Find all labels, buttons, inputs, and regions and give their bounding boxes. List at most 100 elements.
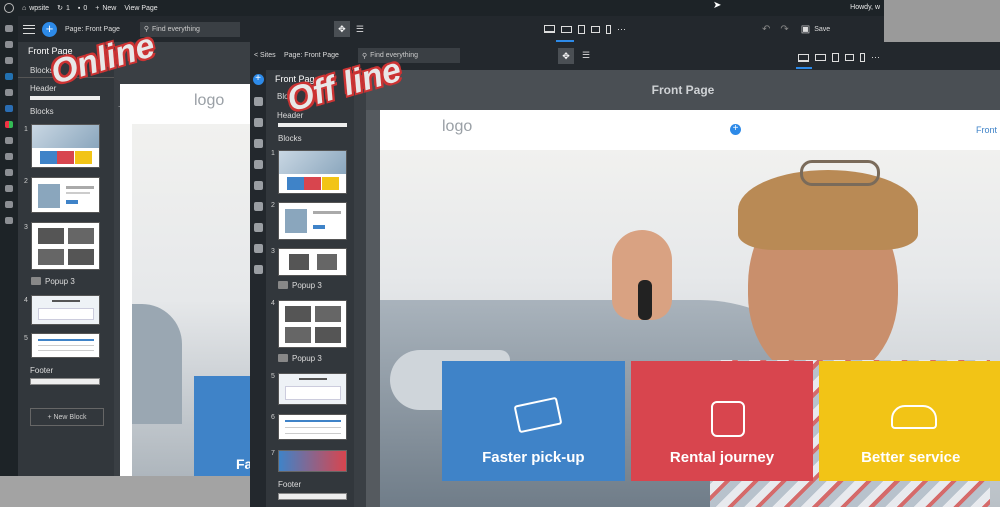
- phone-icon[interactable]: [605, 24, 611, 34]
- pin-icon[interactable]: [5, 41, 13, 48]
- select-tool-button[interactable]: ✥: [558, 48, 574, 64]
- thumb-table: [285, 386, 341, 400]
- tablet-icon[interactable]: [577, 24, 585, 34]
- page-selector[interactable]: Page: Front Page: [65, 26, 120, 33]
- footer-thumbnail[interactable]: [30, 378, 100, 385]
- media-icon[interactable]: [5, 57, 13, 64]
- plugin-n-icon[interactable]: [5, 105, 13, 112]
- popup-label[interactable]: Popup 3: [45, 277, 75, 286]
- thumb-card: [74, 151, 92, 164]
- updates-link[interactable]: ↻ 1: [57, 4, 70, 13]
- new-link[interactable]: + New: [95, 5, 116, 12]
- tablet-landscape-icon[interactable]: [590, 25, 600, 33]
- comments-link[interactable]: ▪ 0: [78, 5, 87, 12]
- howdy-user[interactable]: Howdy, w: [850, 4, 880, 11]
- add-block-button[interactable]: +: [730, 124, 741, 135]
- screen: ⌂ wpsite ↻ 1 ▪ 0 + New View Page Howdy, w + …: [0, 0, 1000, 507]
- comments-icon[interactable]: [5, 89, 13, 96]
- header-thumbnail[interactable]: [278, 123, 347, 127]
- block-thumbnail-6[interactable]: [278, 414, 347, 440]
- gear-icon[interactable]: [253, 244, 263, 253]
- view-page-link[interactable]: View Page: [124, 5, 157, 12]
- thumb-photo: [289, 254, 309, 270]
- new-block-button[interactable]: + New Block: [30, 408, 104, 426]
- thumb-line: [313, 211, 341, 214]
- plugins-icon[interactable]: [5, 153, 13, 160]
- block-thumbnail-3[interactable]: [31, 222, 100, 270]
- tablet-icon[interactable]: [832, 53, 839, 62]
- desktop-icon[interactable]: [798, 53, 809, 62]
- block-thumbnail-5[interactable]: [278, 373, 347, 405]
- block-thumbnail-2[interactable]: [278, 202, 347, 240]
- feature-card-better-service[interactable]: Better service: [819, 361, 1000, 481]
- undo-icon[interactable]: ↶: [762, 24, 770, 35]
- block-thumbnail-5[interactable]: [31, 333, 100, 358]
- block-number: 1: [271, 150, 275, 157]
- phone-icon[interactable]: [860, 53, 865, 62]
- wp-admin-menu: [0, 16, 18, 476]
- layout-icon[interactable]: [253, 181, 263, 190]
- collapse-icon[interactable]: [5, 217, 13, 224]
- layers-icon[interactable]: ☰: [356, 24, 364, 35]
- site-logo[interactable]: logo: [442, 118, 472, 136]
- feature-card-rental-journey[interactable]: Rental journey: [630, 361, 814, 481]
- nav-link-front[interactable]: Front: [976, 125, 997, 135]
- redo-icon[interactable]: ↷: [780, 24, 788, 35]
- block-number: 2: [271, 202, 275, 209]
- footer-label: Footer: [30, 366, 54, 375]
- block-thumbnail-7[interactable]: [278, 450, 347, 472]
- block-thumbnail-4[interactable]: [278, 300, 347, 348]
- comment-icon[interactable]: [253, 118, 263, 127]
- save-button[interactable]: Save: [814, 26, 830, 33]
- appearance-icon[interactable]: [5, 137, 13, 144]
- pages-icon[interactable]: [5, 73, 13, 80]
- block-thumbnail-4[interactable]: [31, 295, 100, 325]
- feature-card-faster-pickup[interactable]: Faster pick-up: [442, 361, 625, 481]
- header-thumbnail[interactable]: [30, 96, 100, 100]
- plugin-grid-icon[interactable]: [5, 121, 13, 128]
- search-input[interactable]: ⚲ Find everything: [139, 21, 240, 37]
- more-icon[interactable]: ⋯: [871, 52, 880, 63]
- save-icon[interactable]: ▣: [801, 24, 810, 35]
- settings-icon[interactable]: [5, 201, 13, 208]
- footer-thumbnail[interactable]: [278, 493, 347, 500]
- pages-icon[interactable]: [253, 97, 263, 106]
- image-icon[interactable]: [253, 202, 263, 211]
- tablet-landscape-icon[interactable]: [845, 54, 854, 61]
- popup-label[interactable]: Popup 3: [292, 354, 322, 363]
- site-name-link[interactable]: ⌂ wpsite: [22, 5, 49, 12]
- users-icon[interactable]: [5, 169, 13, 176]
- wordpress-logo-icon[interactable]: [4, 3, 14, 13]
- car-icon: [891, 405, 938, 429]
- mouse-cursor-icon: ➤: [713, 0, 722, 11]
- thumb-line: [66, 186, 94, 189]
- block-thumbnail-1[interactable]: [278, 150, 347, 194]
- sites-back-link[interactable]: < Sites: [254, 52, 276, 59]
- more-icon[interactable]: ⋯: [617, 24, 626, 35]
- thumb-photo: [315, 327, 341, 343]
- add-button[interactable]: +: [252, 74, 264, 85]
- thumb-card: [40, 151, 57, 164]
- typography-icon[interactable]: [253, 160, 263, 169]
- feature-cards: Faster pick-up Rental journey Better ser…: [442, 361, 1000, 481]
- add-button[interactable]: +: [42, 21, 57, 37]
- tools-icon[interactable]: [5, 185, 13, 192]
- thumb-photo: [285, 327, 311, 343]
- help-icon[interactable]: [253, 265, 263, 274]
- message-icon[interactable]: [253, 139, 263, 148]
- desktop-icon[interactable]: [543, 25, 555, 33]
- laptop-icon[interactable]: [815, 54, 826, 61]
- select-tool-button[interactable]: ✥: [333, 21, 350, 37]
- dashboard-icon[interactable]: [5, 25, 13, 32]
- page-selector[interactable]: Page: Front Page: [284, 52, 339, 59]
- block-thumbnail-1[interactable]: [31, 124, 100, 168]
- layers-icon[interactable]: ☰: [582, 50, 590, 61]
- popup-label[interactable]: Popup 3: [292, 281, 322, 290]
- laptop-icon[interactable]: [560, 25, 572, 33]
- block-thumbnail-3[interactable]: [278, 248, 347, 276]
- footer-label: Footer: [278, 480, 302, 489]
- block-number: 4: [271, 300, 275, 307]
- menu-icon[interactable]: [23, 24, 35, 34]
- heart-icon[interactable]: [253, 223, 263, 232]
- block-thumbnail-2[interactable]: [31, 177, 100, 213]
